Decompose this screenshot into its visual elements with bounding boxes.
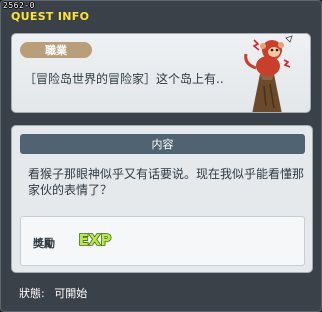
status-value: 可開始 [54,287,88,300]
quest-header-panel: 職業 ［冒险岛世界的冒险家］这个岛上有.. [11,33,311,113]
job-tag: 職業 [20,42,92,58]
quest-description: 看猴子那眼神似乎又有话要说。现在我似乎能看懂那家伙的表情了？ [28,167,305,197]
reward-box: 獎勵 EXP [20,216,305,266]
quest-name: ［冒险岛世界的冒险家］这个岛上有.. [24,72,224,86]
status-label: 狀態: [19,287,45,300]
quest-status: 狀態: 可開始 [19,285,87,301]
exp-reward-icon: EXP [78,230,112,250]
quest-info-window: 2562-0 QUEST INFO 職業 ［冒险岛世界的冒险家］这个岛上有.. [0,0,322,312]
quest-id: 2562-0 [3,1,35,10]
monkey-npc-icon [244,35,293,112]
quest-content-panel: 内容 看猴子那眼神似乎又有话要说。现在我似乎能看懂那家伙的表情了？ 獎勵 EXP [11,125,313,273]
window-title: QUEST INFO [11,10,90,23]
reward-label: 獎勵 [33,237,55,250]
content-section-title: 内容 [20,134,305,154]
exp-reward-text: EXP [79,231,112,249]
